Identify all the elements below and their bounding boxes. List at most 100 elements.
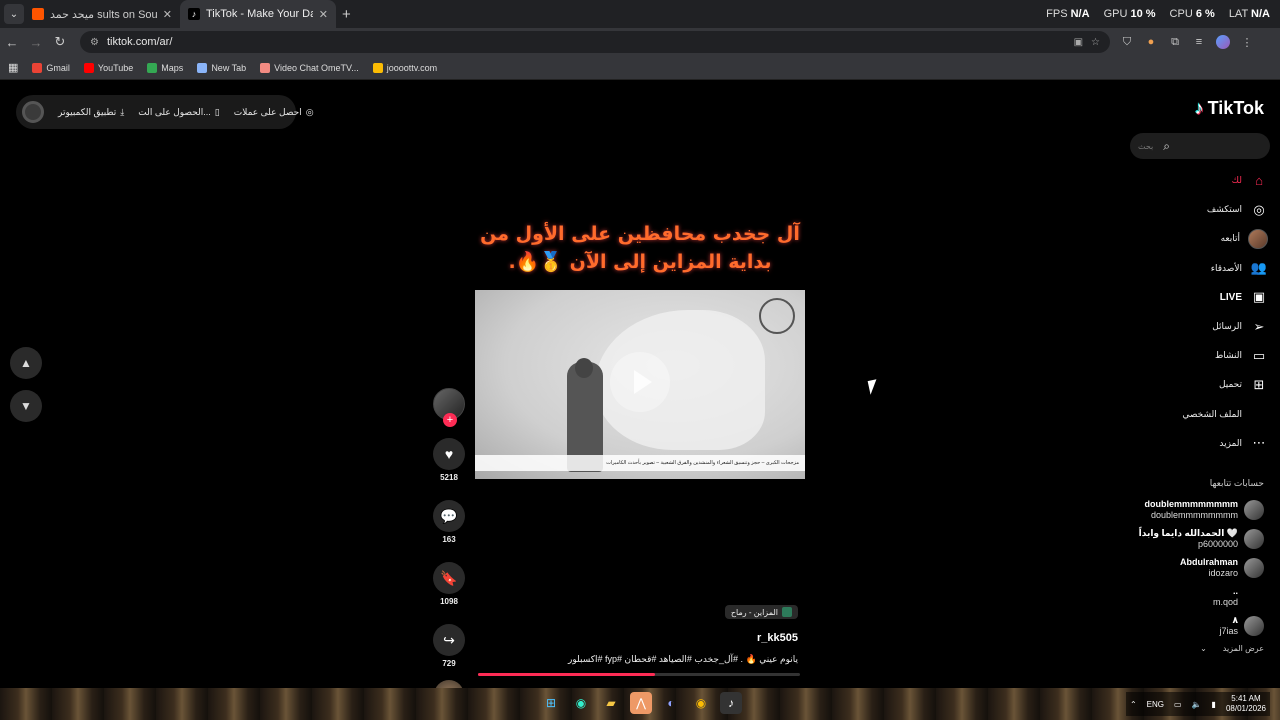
video-progress-bar[interactable] xyxy=(478,673,800,676)
share-icon[interactable]: ↪ xyxy=(433,624,465,656)
caption-line-2: بداية المزاين إلى الآن 🥇🔥. xyxy=(508,251,772,273)
cpu-value: 6 % xyxy=(1195,8,1215,20)
nav-more[interactable]: المزيد ⋯ xyxy=(1128,429,1268,458)
battery-icon[interactable]: ▮ xyxy=(1212,700,1216,709)
shield-icon[interactable]: ⛉ xyxy=(1120,35,1134,49)
account-handle: idozaro xyxy=(1208,567,1238,578)
nav-messages[interactable]: الرسائل ➢ xyxy=(1128,312,1268,341)
app-icon[interactable]: ⋀ xyxy=(630,692,652,714)
save-count: 1098 xyxy=(440,597,458,606)
chevron-up-icon[interactable]: ⌃ xyxy=(1130,700,1137,709)
fps-label: FPS xyxy=(1046,8,1068,20)
bookmark-new-tab[interactable]: New Tab xyxy=(197,62,247,73)
clock[interactable]: 5:41 AM 08/01/2026 xyxy=(1226,694,1266,714)
account-handle: doublemmmmmmmm xyxy=(1150,509,1238,520)
creator-username[interactable]: r_kk505 xyxy=(548,632,798,644)
following-accounts: حسابات تتابعها doublemmmmmmmm doublemmmmm… xyxy=(1114,478,1264,653)
bookmark-youtube[interactable]: YouTube xyxy=(83,62,134,73)
previous-video-button[interactable]: ▲ xyxy=(10,347,42,379)
account-item[interactable]: ٨ j7ias xyxy=(1114,611,1264,640)
file-explorer-icon[interactable]: ▰ xyxy=(600,692,622,714)
windows-start-icon[interactable]: ⊞ xyxy=(540,692,562,714)
bookmark-star-icon[interactable]: ☆ xyxy=(1091,37,1100,48)
comment-icon[interactable]: 💬 xyxy=(433,500,465,532)
account-name: الحمدالله دايما وابداً 🤍 xyxy=(1138,527,1238,538)
activity-icon: ▭ xyxy=(1252,347,1266,363)
bookmark-maps[interactable]: Maps xyxy=(147,62,183,73)
language-indicator[interactable]: ENG xyxy=(1147,700,1164,709)
reload-icon[interactable]: ↻ xyxy=(48,34,72,50)
video-progress-fill xyxy=(478,673,656,676)
youtube-icon xyxy=(83,62,94,73)
bookmark-gmail[interactable]: Gmail xyxy=(32,62,70,73)
tiktok-app-icon[interactable]: ♪ xyxy=(720,692,742,714)
nav-following[interactable]: أتابعه xyxy=(1128,224,1268,253)
phone-icon: ▯ xyxy=(214,106,220,117)
tab-tiktok[interactable]: ♪ TikTok - Make Your Day ✕ xyxy=(180,0,336,28)
address-bar[interactable]: ⚙ tiktok.com/ar/ ▣ ☆ xyxy=(80,31,1110,53)
edge-icon[interactable]: ◉ xyxy=(570,692,592,714)
close-icon[interactable]: ✕ xyxy=(319,8,328,21)
desktop-app-link[interactable]: تطبيق الكمبيوتر ⤓ xyxy=(58,107,124,118)
nav-upload[interactable]: تحميل ⊞ xyxy=(1128,370,1268,399)
nav-activity[interactable]: النشاط ▭ xyxy=(1128,341,1268,370)
browser-tab-strip: ⌄ ميحد حمد sults on SoundCloud ✕ ♪ TikTo… xyxy=(0,0,1280,28)
sound-tag[interactable]: المزاين - رماح xyxy=(724,605,798,619)
cpu-label: CPU xyxy=(1169,8,1193,20)
account-item[interactable]: Abdulrahman idozaro xyxy=(1114,553,1264,582)
discord-icon[interactable]: ◐ xyxy=(660,692,682,714)
account-item[interactable]: الحمدالله دايما وابداً 🤍 p6000000 xyxy=(1114,524,1264,553)
search-input[interactable]: ⌕ بحث xyxy=(1130,133,1270,159)
site-info-icon[interactable]: ⚙ xyxy=(90,37,99,48)
tab-search-button[interactable]: ⌄ xyxy=(4,4,24,24)
nav-live[interactable]: LIVE ▣ xyxy=(1128,283,1268,312)
play-icon[interactable] xyxy=(610,352,670,412)
get-coins-link[interactable]: احصل على عملات ◎ xyxy=(234,107,314,118)
search-icon[interactable]: ⌕ xyxy=(1163,139,1170,154)
next-video-button[interactable]: ▼ xyxy=(10,390,42,422)
network-icon[interactable]: ▭ xyxy=(1174,700,1182,709)
account-handle: p6000000 xyxy=(1197,538,1238,549)
system-tray: ⌃ ENG ▭ 🔈 ▮ 5:41 AM 08/01/2026 xyxy=(1125,692,1270,716)
chrome-icon[interactable]: ◉ xyxy=(690,692,712,714)
bookmark-joooottv[interactable]: joooottv.com xyxy=(372,62,437,73)
menu-icon[interactable]: ⋮ xyxy=(1240,35,1254,49)
get-app-link[interactable]: الحصول على الت... ▯ xyxy=(138,107,219,118)
avatar xyxy=(1244,557,1264,578)
bookmark-ometv[interactable]: Video Chat OmeTV... xyxy=(260,62,359,73)
creator-avatar[interactable]: + xyxy=(433,388,465,427)
nav-explore[interactable]: استكشف ◎ xyxy=(1128,195,1268,224)
puzzle-icon[interactable]: ⧉ xyxy=(1168,35,1182,49)
globe-icon xyxy=(197,62,208,73)
profile-avatar[interactable] xyxy=(1216,35,1230,49)
share-action: ↪ 729 xyxy=(433,624,465,668)
nav-friends[interactable]: الأصدقاء 👥 xyxy=(1128,254,1268,283)
see-more-button[interactable]: ⌄ عرض المزيد xyxy=(1114,644,1264,653)
heart-icon[interactable]: ♥ xyxy=(433,438,465,470)
tab-soundcloud[interactable]: ميحد حمد sults on SoundCloud ✕ xyxy=(24,0,180,28)
account-item[interactable]: .. m.qod xyxy=(1114,582,1264,611)
bookmark-label: New Tab xyxy=(211,62,247,73)
volume-icon[interactable]: 🔈 xyxy=(1192,700,1202,709)
forward-icon[interactable]: → xyxy=(24,35,48,50)
reading-list-icon[interactable]: ≡ xyxy=(1192,35,1206,49)
sidebar-nav: لك ⌂ استكشف ◎ أتابعه الأصدقاء 👥 LIVE ▣ الرسا… xyxy=(1128,166,1268,458)
nav-for-you[interactable]: لك ⌂ xyxy=(1128,166,1268,195)
gpu-label: GPU xyxy=(1103,8,1128,20)
close-icon[interactable]: ✕ xyxy=(163,8,172,21)
back-icon[interactable]: ← xyxy=(0,35,24,50)
windows-taskbar: ⊞ ◉ ▰ ⋀ ◐ ◉ ♪ ⌃ ENG ▭ 🔈 ▮ 5:41 AM 08/01/… xyxy=(0,688,1280,720)
account-handle: j7ias xyxy=(1219,625,1238,636)
bookmark-icon[interactable]: 🔖 xyxy=(433,562,465,594)
extension-icon[interactable]: ● xyxy=(1144,35,1158,49)
account-item[interactable]: doublemmmmmmmm doublemmmmmmmm xyxy=(1114,495,1264,524)
bookmark-label: YouTube xyxy=(97,62,134,73)
nav-profile[interactable]: الملف الشخصي xyxy=(1128,400,1268,429)
new-tab-button[interactable]: + xyxy=(342,6,351,23)
video-player[interactable]: مزجحات الكبرى – حجز وتنسيق الشعراء والمن… xyxy=(475,290,805,479)
tiktok-logo[interactable]: ♪ TikTok xyxy=(1195,98,1264,119)
follow-plus-icon[interactable]: + xyxy=(443,413,457,427)
video-ticker: مزجحات الكبرى – حجز وتنسيق الشعراء والمن… xyxy=(475,455,805,471)
install-icon[interactable]: ▣ xyxy=(1074,37,1083,48)
apps-grid-icon[interactable]: ▦ xyxy=(8,61,18,74)
